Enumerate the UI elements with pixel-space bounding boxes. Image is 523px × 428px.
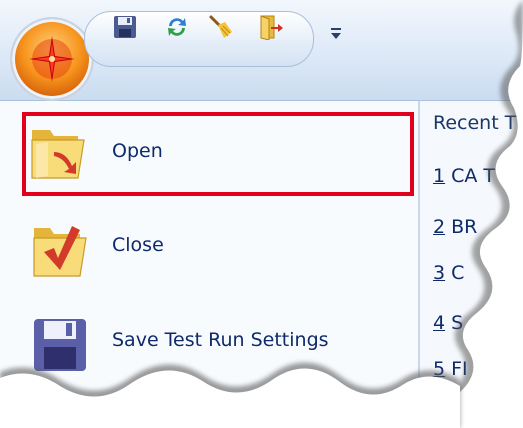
torn-edge-decoration — [0, 0, 523, 428]
application-window: Open Close Save Test Run Settings Recent… — [0, 0, 523, 428]
